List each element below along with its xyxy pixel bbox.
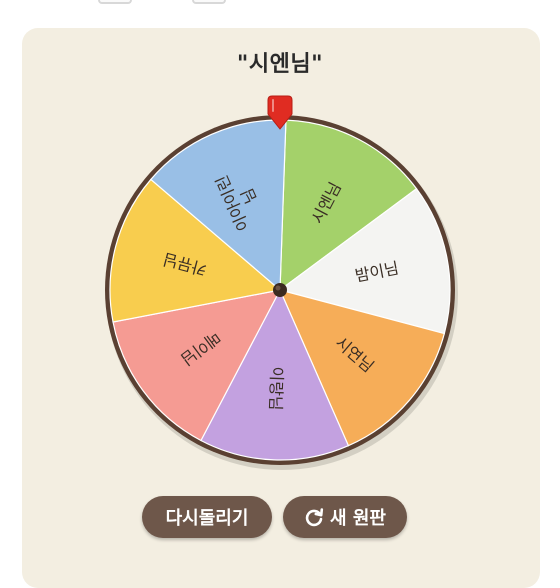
spin-again-button[interactable]: 다시돌리기	[142, 496, 272, 538]
new-wheel-label: 새 원판	[330, 508, 386, 529]
spin-again-label: 다시돌리기	[165, 508, 249, 529]
refresh-icon	[304, 507, 324, 527]
wheel-segment-label: 이랑님	[266, 366, 287, 411]
new-wheel-button[interactable]: 새 원판	[283, 496, 407, 538]
wheel-hub-highlight	[275, 285, 281, 291]
wheel-hub	[273, 283, 287, 297]
roulette-wheel[interactable]: 시엔님밤이님시연님이랑님메이님카뮤님이아이린님	[0, 0, 560, 560]
